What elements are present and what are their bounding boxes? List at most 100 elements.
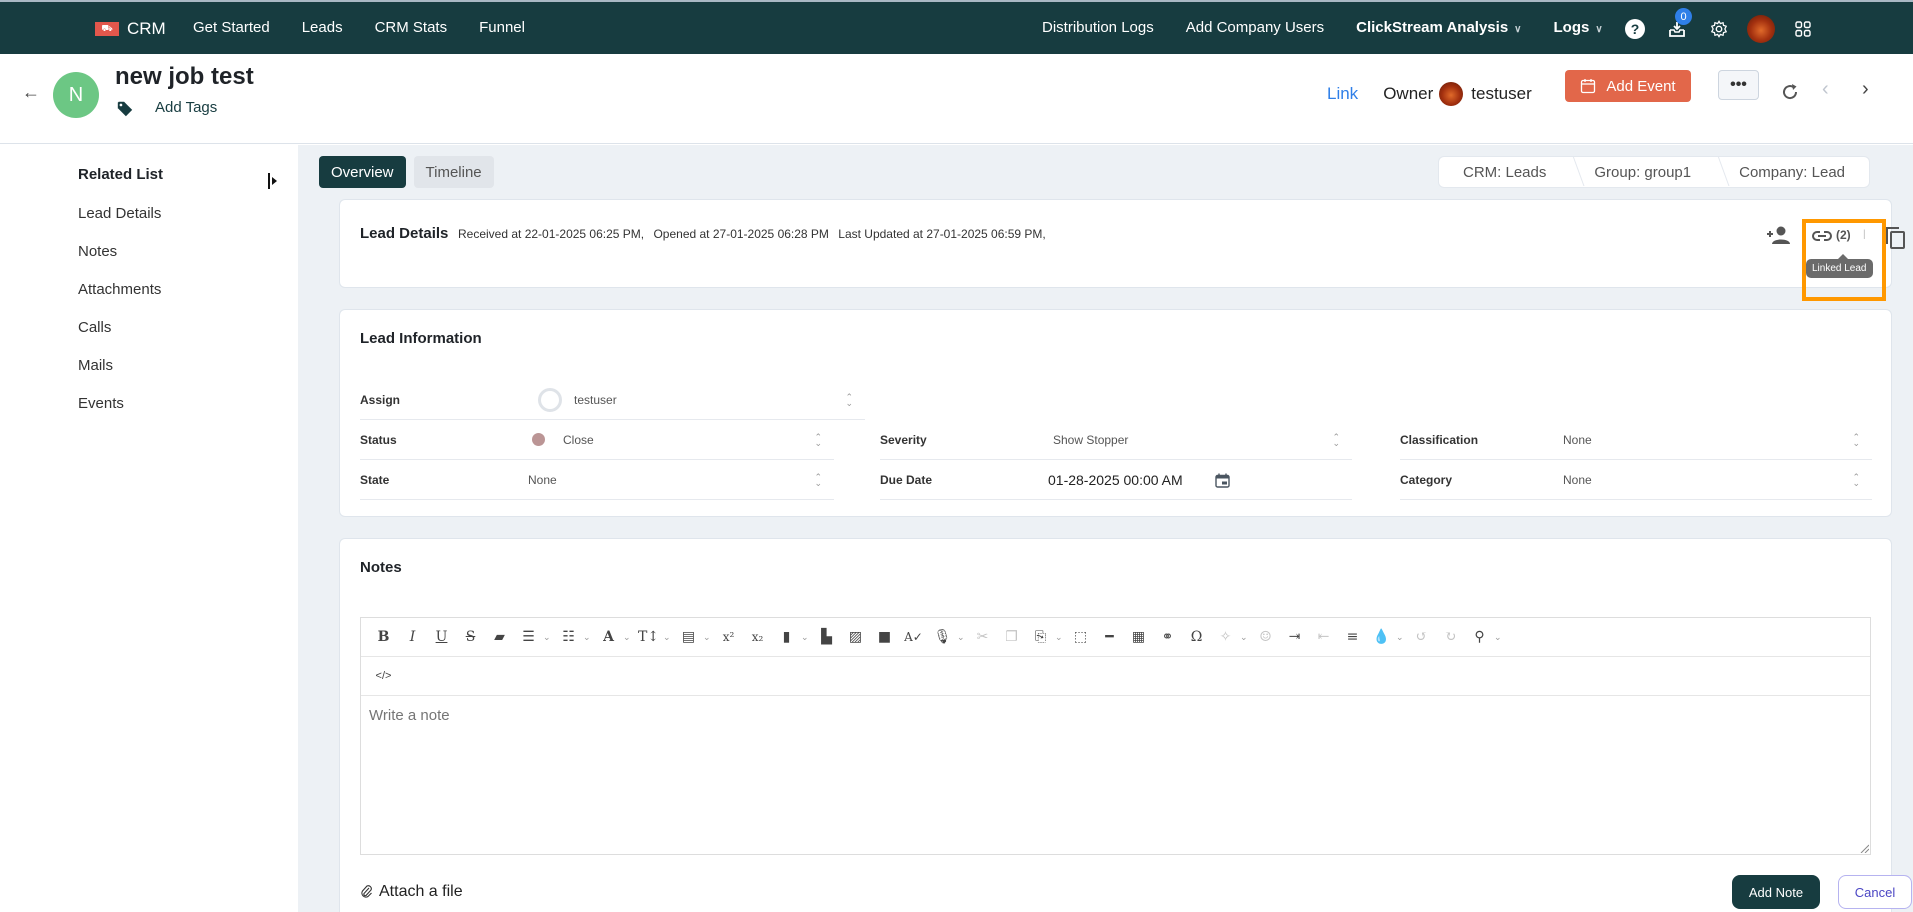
chevron-down-icon[interactable]: ⌄ (1396, 632, 1405, 643)
line-height-icon[interactable]: ▤ (674, 622, 703, 652)
status-select[interactable]: Close (532, 433, 594, 447)
bullet-list-icon[interactable]: ☰ (514, 622, 543, 652)
nav-crm-stats[interactable]: CRM Stats (375, 19, 448, 36)
font-size-icon[interactable]: T↕ (634, 622, 663, 652)
back-arrow-icon[interactable]: ← (22, 82, 40, 103)
cut-icon[interactable]: ✂ (968, 622, 997, 652)
select-all-icon[interactable]: ⬚ (1066, 622, 1095, 652)
italic-icon[interactable]: I (398, 622, 427, 652)
more-options-button[interactable]: ••• (1718, 70, 1759, 100)
inbox-download-button[interactable]: 0 (1662, 8, 1692, 44)
paste-icon[interactable]: ⎘ (1026, 622, 1055, 652)
user-avatar-button[interactable] (1746, 14, 1776, 44)
chevron-down-icon[interactable]: ⌄ (703, 632, 712, 643)
nav-clickstream-analysis[interactable]: ClickStream Analysis ∨ (1356, 19, 1521, 36)
category-select[interactable]: None (1563, 473, 1592, 487)
sidebar-item-lead-details[interactable]: Lead Details (78, 205, 161, 222)
undo-icon[interactable]: ↺ (1407, 622, 1436, 652)
sidebar-item-mails[interactable]: Mails (78, 357, 113, 374)
add-note-button[interactable]: Add Note (1732, 875, 1820, 909)
cancel-button[interactable]: Cancel (1838, 875, 1912, 909)
nav-leads[interactable]: Leads (302, 19, 343, 36)
help-button[interactable]: ? (1620, 14, 1650, 44)
linked-lead-count[interactable]: (2) (1836, 228, 1851, 242)
add-person-icon[interactable] (1765, 225, 1791, 245)
breadcrumb-group[interactable]: Group: group1 (1570, 164, 1715, 181)
nav-add-company-users[interactable]: Add Company Users (1186, 19, 1324, 36)
horizontal-rule-icon[interactable]: ━ (1095, 622, 1124, 652)
nav-funnel[interactable]: Funnel (479, 19, 525, 36)
resize-handle-icon[interactable] (1859, 843, 1869, 853)
background-color-icon[interactable]: 💧 (1367, 622, 1396, 652)
ai-bot-icon[interactable]: ☺ (1251, 622, 1280, 652)
add-event-button[interactable]: Add Event (1565, 70, 1691, 102)
nav-distribution-logs[interactable]: Distribution Logs (1042, 19, 1154, 36)
indent-icon[interactable]: ⇥ (1280, 622, 1309, 652)
select-arrows-icon[interactable]: ⌃ ⌄ (845, 392, 853, 407)
chevron-down-icon[interactable]: ⌄ (543, 632, 552, 643)
nav-get-started[interactable]: Get Started (193, 19, 270, 36)
magic-wand-icon[interactable]: ✧ (1211, 622, 1240, 652)
subscript-icon[interactable]: x₂ (743, 622, 772, 652)
file-icon[interactable]: ▙ (812, 622, 841, 652)
strikethrough-icon[interactable]: S (456, 622, 485, 652)
chevron-down-icon[interactable]: ⌄ (1055, 632, 1064, 643)
tab-overview[interactable]: Overview (319, 156, 406, 188)
previous-record-button[interactable]: ‹ (1822, 78, 1829, 101)
apps-button[interactable] (1788, 14, 1818, 44)
chevron-down-icon[interactable]: ⌄ (957, 632, 966, 643)
classification-select[interactable]: None (1563, 433, 1592, 447)
chevron-down-icon[interactable]: ⌄ (583, 632, 592, 643)
note-textarea[interactable] (361, 697, 1870, 854)
special-character-icon[interactable]: Ω (1182, 622, 1211, 652)
due-date-input[interactable]: 01-28-2025 00:00 AM (1048, 472, 1183, 488)
copy-format-icon[interactable]: ❐ (997, 622, 1026, 652)
microphone-icon[interactable]: 🎙 (928, 622, 957, 652)
select-arrows-icon[interactable]: ⌃ ⌄ (1852, 432, 1860, 447)
next-record-button[interactable]: › (1862, 78, 1869, 101)
chevron-down-icon[interactable]: ⌄ (663, 632, 672, 643)
nav-logs[interactable]: Logs ∨ (1554, 19, 1603, 36)
code-view-icon[interactable]: </> (369, 661, 398, 691)
select-arrows-icon[interactable]: ⌃ ⌄ (814, 472, 822, 487)
assign-select[interactable]: testuser (538, 387, 617, 412)
image-icon[interactable]: ▨ (841, 622, 870, 652)
refresh-icon[interactable] (1780, 82, 1800, 102)
chevron-down-icon[interactable]: ⌄ (623, 632, 632, 643)
tab-timeline[interactable]: Timeline (413, 156, 494, 188)
chevron-down-icon[interactable]: ⌄ (801, 632, 810, 643)
attach-file-link[interactable]: Attach a file (360, 883, 463, 901)
font-color-icon[interactable]: A (594, 622, 623, 652)
sidebar-item-calls[interactable]: Calls (78, 319, 111, 336)
superscript-icon[interactable]: x² (714, 622, 743, 652)
video-icon[interactable]: ■ (870, 622, 899, 652)
state-select[interactable]: None (528, 473, 557, 487)
spellcheck-icon[interactable]: A✓ (899, 622, 928, 652)
settings-button[interactable] (1704, 14, 1734, 44)
chevron-down-icon[interactable]: ⌄ (1240, 632, 1249, 643)
numbered-list-icon[interactable]: ☷ (554, 622, 583, 652)
select-arrows-icon[interactable]: ⌃ ⌄ (814, 432, 822, 447)
eraser-icon[interactable]: ▰ (485, 622, 514, 652)
calendar-icon[interactable] (1215, 473, 1230, 488)
severity-select[interactable]: Show Stopper (1053, 433, 1128, 447)
add-tags-link[interactable]: Add Tags (155, 99, 217, 116)
redo-icon[interactable]: ↻ (1436, 622, 1465, 652)
sidebar-item-attachments[interactable]: Attachments (78, 281, 161, 298)
find-replace-icon[interactable]: ⚲ (1465, 622, 1494, 652)
chevron-down-icon[interactable]: ⌄ (1494, 632, 1503, 643)
outdent-icon[interactable]: ⇤ (1309, 622, 1338, 652)
align-left-icon[interactable]: ≡ (1338, 622, 1367, 652)
select-arrows-icon[interactable]: ⌃ ⌄ (1332, 432, 1340, 447)
sidebar-collapse-icon[interactable] (268, 173, 278, 189)
table-icon[interactable]: ▦ (1124, 622, 1153, 652)
link-button[interactable]: Link (1327, 84, 1358, 104)
paragraph-format-icon[interactable]: ▮ (772, 622, 801, 652)
select-arrows-icon[interactable]: ⌃ ⌄ (1852, 472, 1860, 487)
insert-link-icon[interactable]: ⚭ (1153, 622, 1182, 652)
underline-icon[interactable]: U (427, 622, 456, 652)
breadcrumb-crm-leads[interactable]: CRM: Leads (1439, 164, 1570, 181)
sidebar-item-events[interactable]: Events (78, 395, 124, 412)
bold-icon[interactable]: B (369, 622, 398, 652)
sidebar-item-notes[interactable]: Notes (78, 243, 117, 260)
